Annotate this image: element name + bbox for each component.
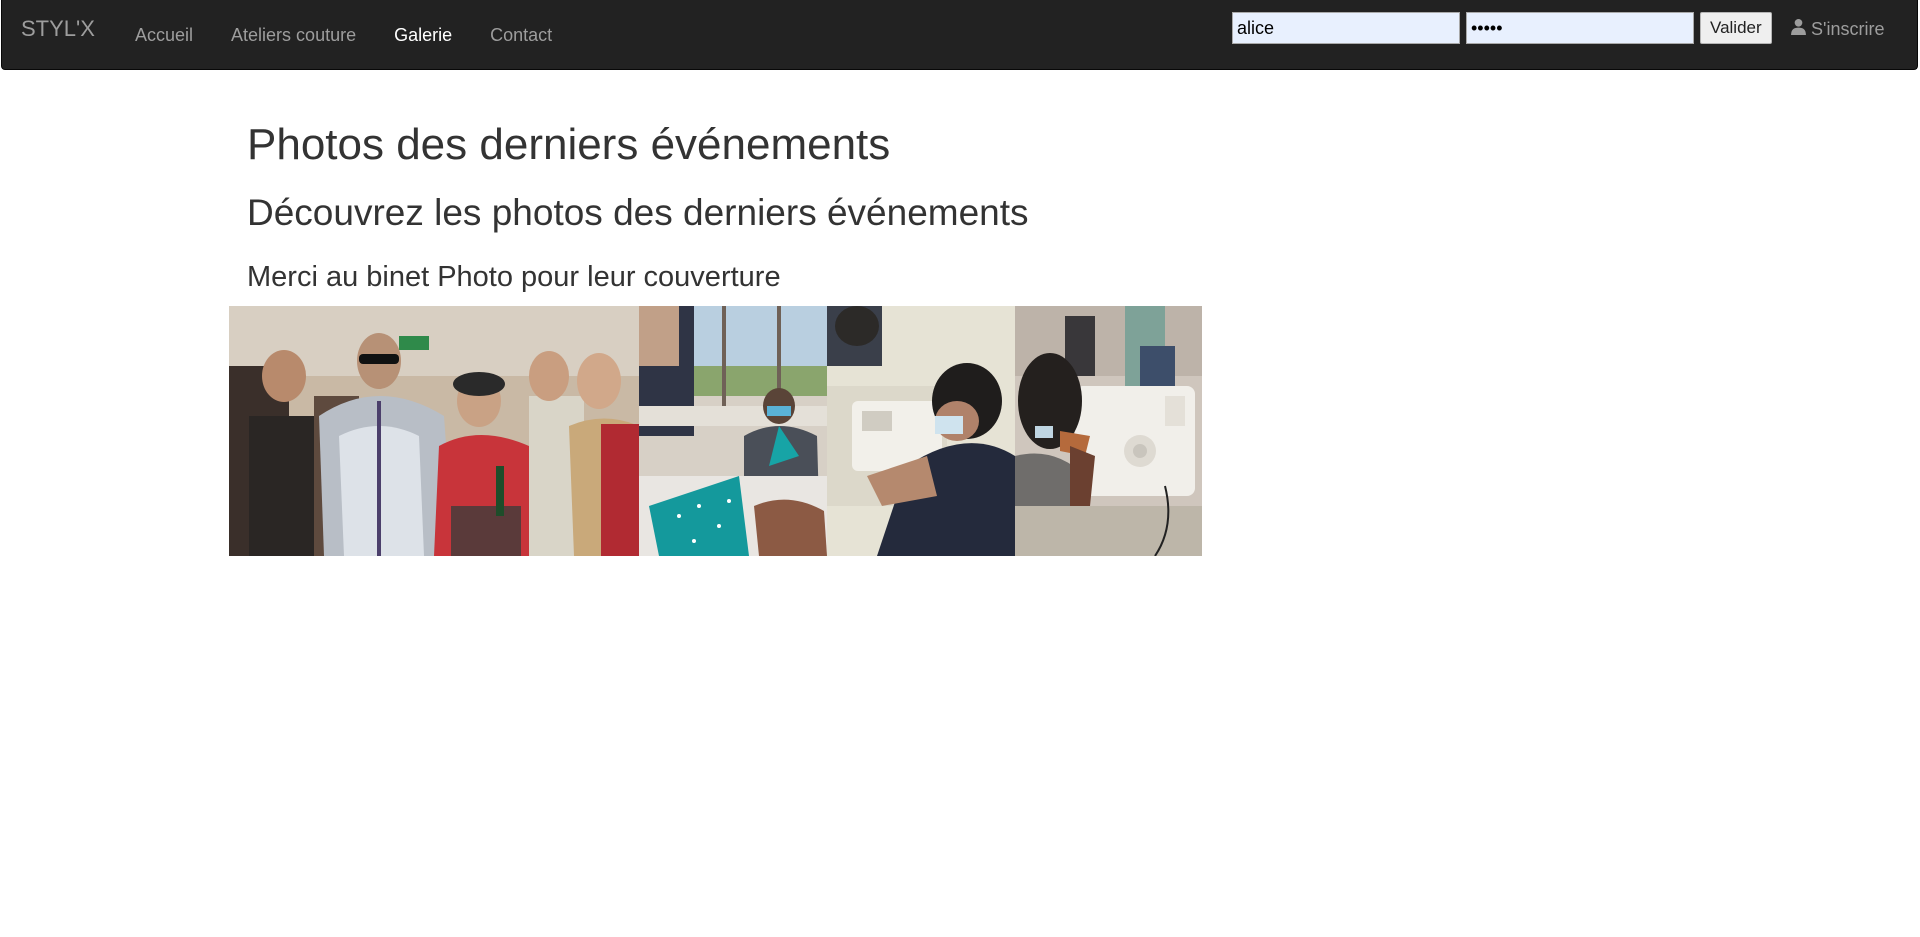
nav-link-accueil[interactable]: Accueil: [116, 0, 212, 70]
nav-link-contact[interactable]: Contact: [471, 0, 571, 70]
page-subtitle: Découvrez les photos des derniers événem…: [247, 192, 1029, 233]
gallery-photo-group-event[interactable]: [229, 306, 639, 556]
page-title: Photos des derniers événements: [247, 120, 891, 169]
nav-link-ateliers-couture[interactable]: Ateliers couture: [212, 0, 375, 70]
photo-credit: Merci au binet Photo pour leur couvertur…: [247, 261, 781, 293]
login-submit-button[interactable]: Valider: [1700, 12, 1772, 44]
gallery-photo-sewing-machine[interactable]: [827, 306, 1015, 556]
nav-link-galerie[interactable]: Galerie: [375, 0, 471, 70]
nav-links: Accueil Ateliers couture Galerie Contact: [116, 0, 571, 70]
login-form: Valider: [1232, 12, 1772, 44]
navbar: STYL'X Accueil Ateliers couture Galerie …: [1, 0, 1918, 70]
gallery-photo-sewing-workshop[interactable]: [639, 306, 827, 556]
brand-logo[interactable]: STYL'X: [21, 16, 95, 42]
photo-gallery: [229, 306, 1202, 556]
signup-label: S'inscrire: [1811, 18, 1885, 39]
username-input[interactable]: [1232, 12, 1460, 44]
password-input[interactable]: [1466, 12, 1694, 44]
user-icon: [1790, 18, 1807, 40]
signup-link[interactable]: S'inscrire: [1790, 16, 1884, 42]
gallery-photo-sewing-closeup[interactable]: [1015, 306, 1202, 556]
